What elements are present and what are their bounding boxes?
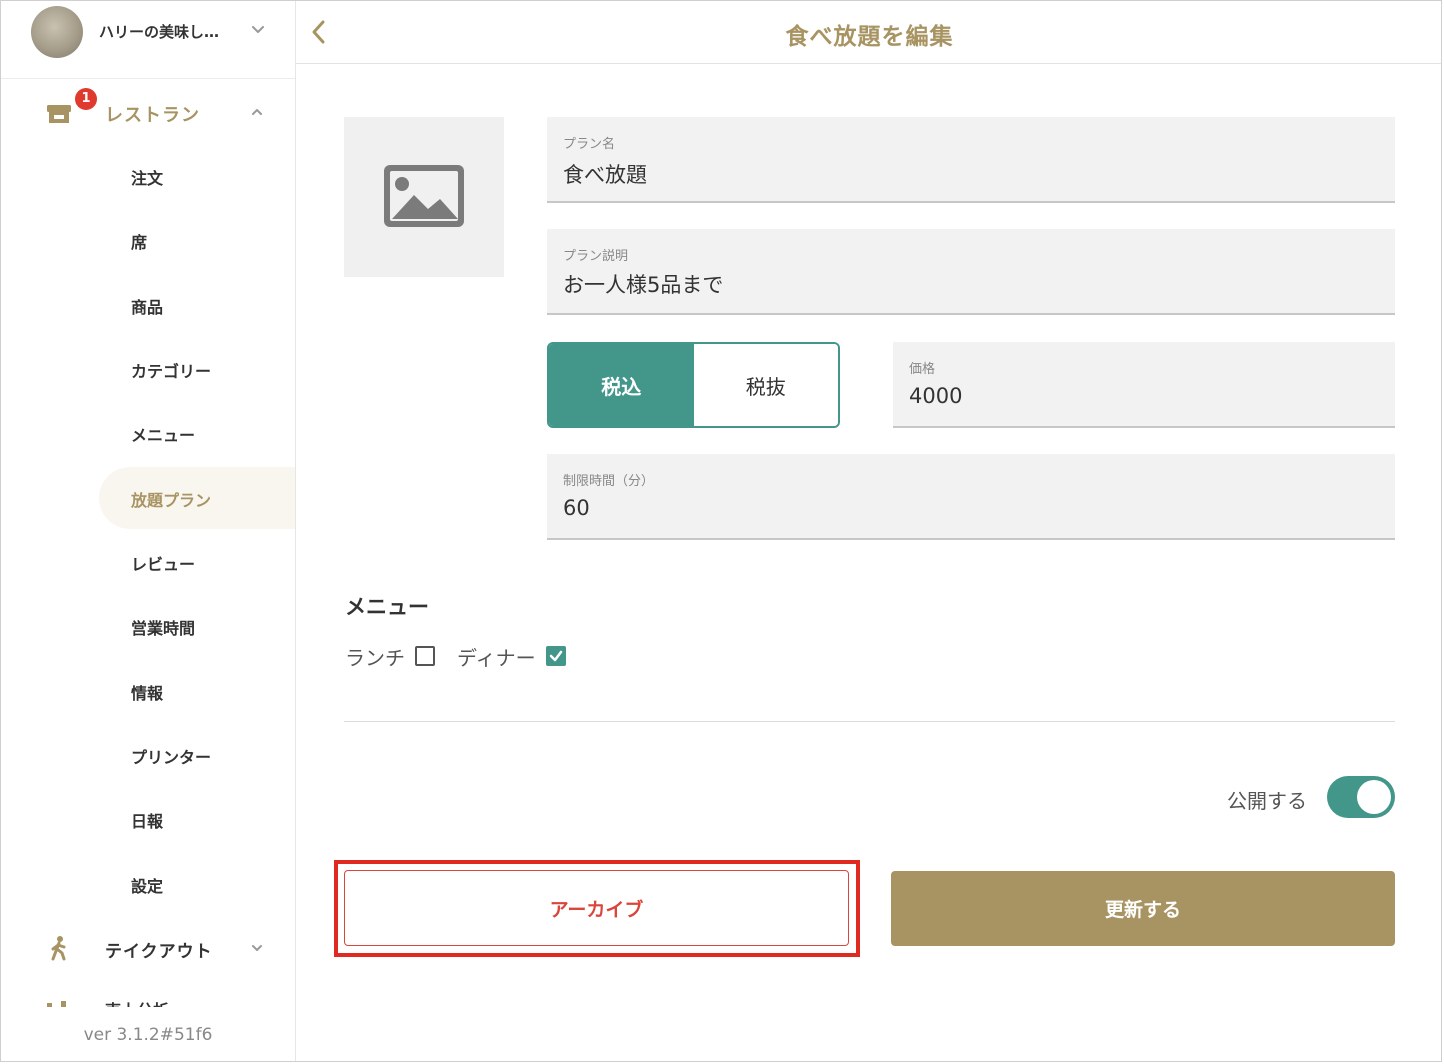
plan-name-field[interactable]: プラン名 食べ放題: [547, 117, 1395, 203]
plan-description-label: プラン説明: [563, 249, 629, 264]
plan-name-value[interactable]: 食べ放題: [563, 159, 1326, 189]
sidebar-item-label: メニュー: [131, 426, 196, 445]
dinner-checkbox[interactable]: [545, 646, 566, 666]
plan-description-field[interactable]: プラン説明 お一人様5品まで: [547, 229, 1395, 315]
sidebar-item-orders[interactable]: 注文: [99, 145, 295, 207]
app-frame: ハリーの美味し… レストラン 1 注文 席 商品 カテゴリー メニュー 放題プラ…: [0, 0, 1442, 1062]
sidebar: ハリーの美味し… レストラン 1 注文 席 商品 カテゴリー メニュー 放題プラ…: [1, 1, 296, 1061]
sidebar-item-label: カテゴリー: [131, 362, 212, 381]
sidebar-item-label: 情報: [131, 684, 164, 703]
sidebar-item-label: 商品: [131, 298, 164, 317]
chevron-down-icon: [252, 26, 264, 33]
sidebar-item-label: プリンター: [131, 748, 212, 767]
time-limit-label: 制限時間（分）: [563, 474, 655, 489]
sidebar-item-products[interactable]: 商品: [99, 274, 295, 336]
sidebar-section-label: レストラン: [105, 105, 200, 126]
update-button[interactable]: 更新する: [891, 871, 1395, 946]
sidebar-item-menus[interactable]: メニュー: [99, 402, 295, 464]
toggle-knob: [1357, 780, 1391, 814]
menu-options: ランチ ディナー: [345, 639, 588, 673]
sidebar-section-label: 売上分析: [105, 997, 169, 1007]
chevron-down-icon: [252, 945, 262, 951]
sidebar-section-label: テイクアウト: [105, 942, 213, 962]
chart-icon: [47, 1001, 66, 1007]
section-divider: [344, 721, 1395, 722]
price-field[interactable]: 価格 4000: [893, 342, 1395, 428]
sidebar-item-daily-report[interactable]: 日報: [99, 788, 295, 850]
chevron-up-icon: [252, 109, 262, 115]
lunch-checkbox[interactable]: [415, 646, 435, 666]
time-limit-value[interactable]: 60: [563, 496, 1326, 520]
sidebar-section-restaurant[interactable]: レストラン: [1, 87, 295, 137]
tax-toggle: 税込 税抜: [547, 342, 840, 428]
page-title: 食べ放題を編集: [785, 24, 954, 50]
sidebar-item-seats[interactable]: 席: [99, 209, 295, 271]
plan-image-upload[interactable]: [344, 117, 504, 277]
top-bar: 食べ放題を編集: [296, 1, 1441, 64]
sidebar-item-settings[interactable]: 設定: [99, 853, 295, 915]
menu-heading: メニュー: [345, 595, 429, 619]
price-label: 価格: [909, 362, 936, 377]
sidebar-item-label: 放題プラン: [131, 491, 212, 510]
tax-excluded-option[interactable]: 税抜: [693, 344, 838, 426]
lunch-label: ランチ: [345, 645, 405, 670]
sidebar-item-info[interactable]: 情報: [99, 660, 295, 722]
shop-switcher[interactable]: ハリーの美味し…: [1, 1, 295, 79]
sidebar-item-all-you-can-eat-plans[interactable]: 放題プラン: [99, 467, 295, 529]
sidebar-item-label: レビュー: [131, 555, 196, 574]
sidebar-item-label: 営業時間: [131, 619, 196, 638]
sidebar-item-reviews[interactable]: レビュー: [99, 531, 295, 593]
plan-description-value[interactable]: お一人様5品まで: [563, 269, 1326, 299]
store-icon: [47, 105, 71, 123]
publish-toggle[interactable]: [1327, 776, 1395, 818]
shop-name: ハリーの美味し…: [99, 23, 220, 41]
notification-badge: 1: [75, 88, 97, 110]
sidebar-item-label: 注文: [131, 169, 164, 188]
sidebar-section-partial[interactable]: 売上分析: [1, 993, 295, 1007]
dinner-label: ディナー: [457, 645, 536, 670]
walking-person-icon: [51, 936, 66, 961]
sidebar-item-label: 設定: [131, 877, 164, 896]
app-version: ver 3.1.2#51f6: [83, 1025, 213, 1045]
price-value[interactable]: 4000: [909, 384, 1361, 408]
checkmark-icon: [549, 650, 562, 662]
tax-included-option[interactable]: 税込: [549, 344, 694, 426]
sidebar-item-label: 席: [131, 233, 148, 252]
sidebar-item-printers[interactable]: プリンター: [99, 724, 295, 786]
sidebar-item-business-hours[interactable]: 営業時間: [99, 595, 295, 657]
plan-name-label: プラン名: [563, 137, 616, 152]
shop-avatar: [31, 6, 83, 58]
image-icon: [384, 165, 464, 227]
sidebar-item-categories[interactable]: カテゴリー: [99, 338, 295, 400]
publish-label: 公開する: [1227, 789, 1307, 813]
sidebar-section-takeout[interactable]: テイクアウト: [1, 923, 295, 973]
time-limit-field[interactable]: 制限時間（分） 60: [547, 454, 1395, 540]
archive-button[interactable]: アーカイブ: [344, 870, 849, 946]
sidebar-item-label: 日報: [131, 812, 164, 831]
